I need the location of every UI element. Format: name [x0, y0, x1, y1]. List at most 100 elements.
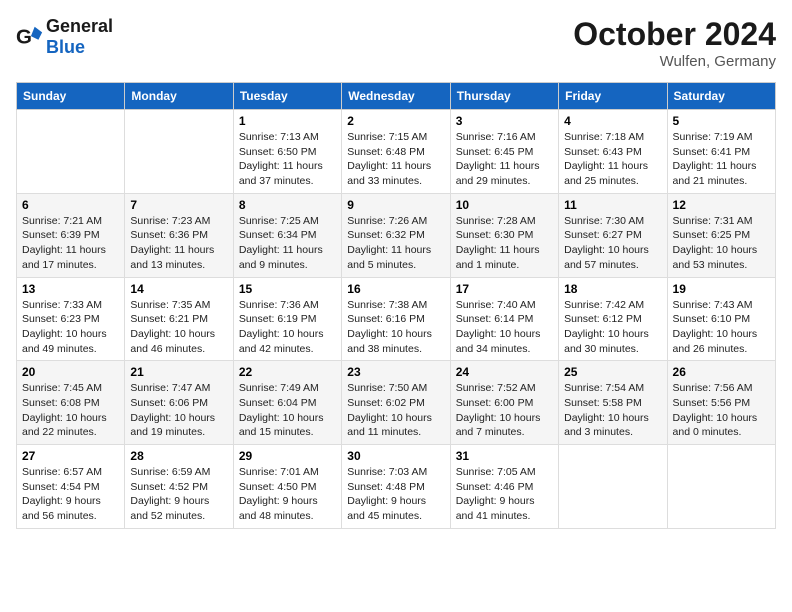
day-number: 21 [130, 365, 227, 379]
day-info: Sunrise: 7:49 AM Sunset: 6:04 PM Dayligh… [239, 381, 336, 440]
calendar-cell: 21 Sunrise: 7:47 AM Sunset: 6:06 PM Dayli… [125, 361, 233, 445]
calendar-cell: 23 Sunrise: 7:50 AM Sunset: 6:02 PM Dayli… [342, 361, 450, 445]
weekday-header-row: SundayMondayTuesdayWednesdayThursdayFrid… [17, 83, 776, 110]
day-info: Sunrise: 7:38 AM Sunset: 6:16 PM Dayligh… [347, 298, 444, 357]
day-info: Sunrise: 7:43 AM Sunset: 6:10 PM Dayligh… [673, 298, 770, 357]
day-number: 9 [347, 198, 444, 212]
calendar-week-row: 1 Sunrise: 7:13 AM Sunset: 6:50 PM Daylig… [17, 110, 776, 194]
day-number: 4 [564, 114, 661, 128]
day-number: 15 [239, 282, 336, 296]
calendar-cell: 16 Sunrise: 7:38 AM Sunset: 6:16 PM Dayli… [342, 277, 450, 361]
weekday-header: Thursday [450, 83, 558, 110]
day-number: 23 [347, 365, 444, 379]
calendar-cell: 17 Sunrise: 7:40 AM Sunset: 6:14 PM Dayli… [450, 277, 558, 361]
logo-icon: G [16, 23, 44, 51]
calendar-cell: 26Sunrise: 7:56 AM Sunset: 5:56 PM Dayli… [667, 361, 775, 445]
day-number: 10 [456, 198, 553, 212]
day-info: Sunrise: 7:19 AM Sunset: 6:41 PM Dayligh… [673, 130, 770, 189]
title-block: October 2024 Wulfen, Germany [573, 16, 776, 70]
day-number: 3 [456, 114, 553, 128]
calendar-cell: 19Sunrise: 7:43 AM Sunset: 6:10 PM Dayli… [667, 277, 775, 361]
calendar-cell: 1 Sunrise: 7:13 AM Sunset: 6:50 PM Daylig… [233, 110, 341, 194]
weekday-header: Monday [125, 83, 233, 110]
calendar-cell [125, 110, 233, 194]
page-header: G General Blue October 2024 Wulfen, Germ… [16, 16, 776, 70]
day-info: Sunrise: 7:47 AM Sunset: 6:06 PM Dayligh… [130, 381, 227, 440]
calendar-cell: 5 Sunrise: 7:19 AM Sunset: 6:41 PM Daylig… [667, 110, 775, 194]
day-number: 27 [22, 449, 119, 463]
calendar-cell: 4 Sunrise: 7:18 AM Sunset: 6:43 PM Daylig… [559, 110, 667, 194]
calendar-cell: 2Sunrise: 7:15 AM Sunset: 6:48 PM Daylig… [342, 110, 450, 194]
logo: G General Blue [16, 16, 113, 58]
calendar-cell: 15 Sunrise: 7:36 AM Sunset: 6:19 PM Dayli… [233, 277, 341, 361]
day-info: Sunrise: 7:35 AM Sunset: 6:21 PM Dayligh… [130, 298, 227, 357]
day-info: Sunrise: 7:54 AM Sunset: 5:58 PM Dayligh… [564, 381, 661, 440]
calendar-cell [17, 110, 125, 194]
calendar-cell: 3 Sunrise: 7:16 AM Sunset: 6:45 PM Daylig… [450, 110, 558, 194]
day-number: 26 [673, 365, 770, 379]
svg-text:G: G [16, 26, 32, 49]
day-info: Sunrise: 7:50 AM Sunset: 6:02 PM Dayligh… [347, 381, 444, 440]
day-info: Sunrise: 7:21 AM Sunset: 6:39 PM Dayligh… [22, 214, 119, 273]
day-number: 16 [347, 282, 444, 296]
calendar-week-row: 27 Sunrise: 6:57 AM Sunset: 4:54 PM Dayli… [17, 445, 776, 529]
calendar-week-row: 20 Sunrise: 7:45 AM Sunset: 6:08 PM Dayli… [17, 361, 776, 445]
day-number: 20 [22, 365, 119, 379]
calendar-cell: 11 Sunrise: 7:30 AM Sunset: 6:27 PM Dayli… [559, 193, 667, 277]
day-number: 29 [239, 449, 336, 463]
day-number: 17 [456, 282, 553, 296]
calendar-cell: 7 Sunrise: 7:23 AM Sunset: 6:36 PM Daylig… [125, 193, 233, 277]
day-number: 13 [22, 282, 119, 296]
day-number: 30 [347, 449, 444, 463]
day-info: Sunrise: 7:01 AM Sunset: 4:50 PM Dayligh… [239, 465, 336, 524]
day-number: 22 [239, 365, 336, 379]
calendar-cell: 10Sunrise: 7:28 AM Sunset: 6:30 PM Dayli… [450, 193, 558, 277]
calendar-cell: 29 Sunrise: 7:01 AM Sunset: 4:50 PM Dayli… [233, 445, 341, 529]
calendar-cell: 14Sunrise: 7:35 AM Sunset: 6:21 PM Dayli… [125, 277, 233, 361]
calendar-cell [559, 445, 667, 529]
calendar-cell: 6 Sunrise: 7:21 AM Sunset: 6:39 PM Daylig… [17, 193, 125, 277]
day-number: 12 [673, 198, 770, 212]
day-info: Sunrise: 7:26 AM Sunset: 6:32 PM Dayligh… [347, 214, 444, 273]
calendar-cell [667, 445, 775, 529]
day-number: 8 [239, 198, 336, 212]
day-info: Sunrise: 7:36 AM Sunset: 6:19 PM Dayligh… [239, 298, 336, 357]
calendar-cell: 20 Sunrise: 7:45 AM Sunset: 6:08 PM Dayli… [17, 361, 125, 445]
day-info: Sunrise: 6:57 AM Sunset: 4:54 PM Dayligh… [22, 465, 119, 524]
day-number: 28 [130, 449, 227, 463]
day-number: 11 [564, 198, 661, 212]
day-number: 5 [673, 114, 770, 128]
day-number: 1 [239, 114, 336, 128]
calendar-table: SundayMondayTuesdayWednesdayThursdayFrid… [16, 82, 776, 529]
day-number: 24 [456, 365, 553, 379]
calendar-cell: 25 Sunrise: 7:54 AM Sunset: 5:58 PM Dayli… [559, 361, 667, 445]
day-info: Sunrise: 7:05 AM Sunset: 4:46 PM Dayligh… [456, 465, 553, 524]
day-info: Sunrise: 7:15 AM Sunset: 6:48 PM Dayligh… [347, 130, 444, 189]
calendar-cell: 8Sunrise: 7:25 AM Sunset: 6:34 PM Daylig… [233, 193, 341, 277]
day-info: Sunrise: 7:13 AM Sunset: 6:50 PM Dayligh… [239, 130, 336, 189]
day-info: Sunrise: 7:45 AM Sunset: 6:08 PM Dayligh… [22, 381, 119, 440]
calendar-week-row: 6 Sunrise: 7:21 AM Sunset: 6:39 PM Daylig… [17, 193, 776, 277]
calendar-cell: 22 Sunrise: 7:49 AM Sunset: 6:04 PM Dayli… [233, 361, 341, 445]
day-number: 6 [22, 198, 119, 212]
day-info: Sunrise: 7:30 AM Sunset: 6:27 PM Dayligh… [564, 214, 661, 273]
calendar-week-row: 13Sunrise: 7:33 AM Sunset: 6:23 PM Dayli… [17, 277, 776, 361]
calendar-cell: 27 Sunrise: 6:57 AM Sunset: 4:54 PM Dayli… [17, 445, 125, 529]
logo-blue-text: Blue [46, 37, 85, 57]
day-info: Sunrise: 7:42 AM Sunset: 6:12 PM Dayligh… [564, 298, 661, 357]
day-info: Sunrise: 7:40 AM Sunset: 6:14 PM Dayligh… [456, 298, 553, 357]
weekday-header: Friday [559, 83, 667, 110]
day-info: Sunrise: 7:31 AM Sunset: 6:25 PM Dayligh… [673, 214, 770, 273]
day-info: Sunrise: 7:23 AM Sunset: 6:36 PM Dayligh… [130, 214, 227, 273]
calendar-cell: 30Sunrise: 7:03 AM Sunset: 4:48 PM Dayli… [342, 445, 450, 529]
weekday-header: Saturday [667, 83, 775, 110]
day-info: Sunrise: 7:16 AM Sunset: 6:45 PM Dayligh… [456, 130, 553, 189]
day-number: 7 [130, 198, 227, 212]
day-info: Sunrise: 6:59 AM Sunset: 4:52 PM Dayligh… [130, 465, 227, 524]
day-info: Sunrise: 7:18 AM Sunset: 6:43 PM Dayligh… [564, 130, 661, 189]
location: Wulfen, Germany [573, 53, 776, 70]
logo-general-text: General [46, 16, 113, 36]
day-number: 25 [564, 365, 661, 379]
calendar-cell: 13Sunrise: 7:33 AM Sunset: 6:23 PM Dayli… [17, 277, 125, 361]
weekday-header: Tuesday [233, 83, 341, 110]
